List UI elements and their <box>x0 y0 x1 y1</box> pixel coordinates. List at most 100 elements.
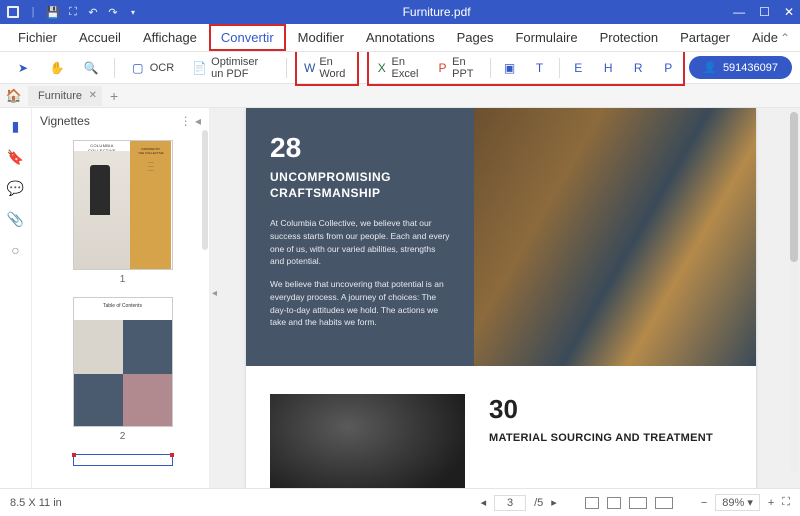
zoom-out-button[interactable]: − <box>701 497 707 509</box>
to-ppt-button[interactable]: PEn PPT <box>430 52 486 84</box>
collapse-ribbon-icon[interactable]: ⌃ <box>780 31 790 45</box>
thumbnail-preview: Table of Contents <box>73 297 173 427</box>
save-icon[interactable]: 💾 <box>46 5 60 19</box>
thumbnail-number: 1 <box>54 274 191 285</box>
optimize-icon: 📄 <box>192 60 207 76</box>
ribbon-toolbar: ➤ ✋ 🔍 ▢OCR 📄Optimiser un PDF WEn Word XE… <box>0 52 800 84</box>
thumbnail-number: 2 <box>54 431 191 442</box>
account-pill[interactable]: 👤 591436097 <box>689 56 792 79</box>
attachments-rail-icon[interactable]: 📎 <box>7 211 24 228</box>
toolbar-separator <box>114 58 115 78</box>
new-tab-button[interactable]: + <box>102 88 126 104</box>
menu-partager[interactable]: Partager <box>670 26 740 49</box>
menu-affichage[interactable]: Affichage <box>133 26 207 49</box>
section-photo <box>474 108 756 366</box>
menu-protection[interactable]: Protection <box>590 26 669 49</box>
zoom-tool[interactable]: 🔍 <box>76 56 106 80</box>
window-controls: — ☐ ✕ <box>733 5 794 19</box>
thumbnails-rail-icon[interactable]: ▮ <box>12 118 20 135</box>
to-ppt-label: En PPT <box>452 56 479 80</box>
ocr-icon: ▢ <box>130 60 146 76</box>
tab-close-icon[interactable]: ✕ <box>89 90 97 101</box>
epub-icon: E <box>570 60 586 76</box>
to-image-button[interactable]: ▣ <box>495 56 525 80</box>
page-dimensions: 8.5 X 11 in <box>10 497 62 509</box>
to-html-button[interactable]: H <box>593 56 623 80</box>
to-excel-button[interactable]: XEn Excel <box>369 52 430 84</box>
title-bar: | 💾 ⛶ ↶ ↷ ▾ Furniture.pdf — ☐ ✕ <box>0 0 800 24</box>
menu-annotations[interactable]: Annotations <box>356 26 445 49</box>
image-convert-icon: ▣ <box>502 60 518 76</box>
menu-convertir[interactable]: Convertir <box>209 24 286 51</box>
prev-page-button[interactable]: ◂ <box>481 496 487 509</box>
continuous-view-icon[interactable] <box>607 497 621 509</box>
text-convert-icon: T <box>532 60 548 76</box>
menu-fichier[interactable]: Fichier <box>8 26 67 49</box>
zoom-level[interactable]: 89% ▾ <box>715 494 760 511</box>
toolbar-separator <box>286 58 287 78</box>
app-logo-icon <box>6 5 20 19</box>
collapse-panel-icon[interactable]: ◂ <box>212 288 217 299</box>
nav-rail: ▮ 🔖 💬 📎 ○ <box>0 108 32 488</box>
section-heading: MATERIAL SOURCING AND TREATMENT <box>489 431 713 445</box>
rtf-icon: R <box>630 60 646 76</box>
qat-dropdown-icon[interactable]: ▾ <box>126 5 140 19</box>
ocr-button[interactable]: ▢OCR <box>123 56 181 80</box>
excel-icon: X <box>376 60 388 76</box>
optimize-pdf-button[interactable]: 📄Optimiser un PDF <box>185 52 278 84</box>
convert-group-highlight: WEn Word <box>295 50 359 86</box>
menu-modifier[interactable]: Modifier <box>288 26 354 49</box>
page-number-input[interactable]: 3 <box>494 495 526 511</box>
single-page-view-icon[interactable] <box>585 497 599 509</box>
thumbnail-page-2[interactable]: Table of Contents 2 <box>54 297 191 442</box>
menu-accueil[interactable]: Accueil <box>69 26 131 49</box>
comments-rail-icon[interactable]: 💬 <box>7 180 24 197</box>
menu-pages[interactable]: Pages <box>447 26 504 49</box>
document-tab[interactable]: Furniture ✕ <box>28 86 102 106</box>
canvas-scrollbar[interactable] <box>790 112 798 472</box>
to-word-button[interactable]: WEn Word <box>297 52 357 84</box>
undo-icon[interactable]: ↶ <box>86 5 100 19</box>
fullscreen-icon[interactable]: ⛶ <box>782 496 790 509</box>
word-icon: W <box>304 60 315 76</box>
html-convert-icon: H <box>600 60 616 76</box>
window-title: Furniture.pdf <box>140 5 733 19</box>
thumbnails-scrollbar[interactable] <box>202 130 208 250</box>
hand-tool[interactable]: ✋ <box>42 56 72 80</box>
document-canvas[interactable]: ◂ 28 UNCOMPROMISING CRAFTSMANSHIP At Col… <box>210 108 800 488</box>
home-tab-icon[interactable]: 🏠 <box>0 88 28 104</box>
maximize-button[interactable]: ☐ <box>759 5 770 19</box>
signatures-rail-icon[interactable]: ○ <box>11 242 19 258</box>
thumbnail-page-1[interactable]: COLUMBIACOLLECTIVE INSPIRED BYTHE COLLEC… <box>54 140 191 285</box>
cursor-icon: ➤ <box>15 60 31 76</box>
next-page-button[interactable]: ▸ <box>551 496 557 509</box>
work-area: ▮ 🔖 💬 📎 ○ Vignettes ⋮ ◂ COLUMBIACOLLECTI… <box>0 108 800 488</box>
select-tool[interactable]: ➤ <box>8 56 38 80</box>
minimize-button[interactable]: — <box>733 5 745 19</box>
to-rtf-button[interactable]: R <box>623 56 653 80</box>
redo-icon[interactable]: ↷ <box>106 5 120 19</box>
two-page-view-icon[interactable] <box>629 497 647 509</box>
thumbnails-header: Vignettes ⋮ ◂ <box>32 108 209 134</box>
scrollbar-thumb[interactable] <box>790 112 798 262</box>
toolbar-separator <box>490 58 491 78</box>
thumbnail-preview: COLUMBIACOLLECTIVE INSPIRED BYTHE COLLEC… <box>73 140 173 270</box>
thumbnails-menu-icon[interactable]: ⋮ ◂ <box>180 114 201 128</box>
bookmarks-rail-icon[interactable]: 🔖 <box>7 149 24 166</box>
to-text-button[interactable]: T <box>525 56 555 80</box>
document-tabstrip: 🏠 Furniture ✕ + <box>0 84 800 108</box>
to-word-label: En Word <box>319 56 350 80</box>
crop-icon[interactable]: ⛶ <box>66 5 80 19</box>
thumbnail-page-3[interactable] <box>54 454 191 466</box>
pdfa-icon: P <box>660 60 676 76</box>
close-button[interactable]: ✕ <box>784 5 794 19</box>
zoom-in-button[interactable]: + <box>768 497 774 509</box>
to-pdfa-button[interactable]: P <box>653 56 683 80</box>
qat-divider: | <box>26 5 40 19</box>
page-section-28: 28 UNCOMPROMISING CRAFTSMANSHIP At Colum… <box>246 108 756 366</box>
two-page-continuous-icon[interactable] <box>655 497 673 509</box>
ppt-icon: P <box>437 60 448 76</box>
to-epub-button[interactable]: E <box>563 56 593 80</box>
user-icon: 👤 <box>703 61 717 74</box>
menu-formulaire[interactable]: Formulaire <box>505 26 587 49</box>
